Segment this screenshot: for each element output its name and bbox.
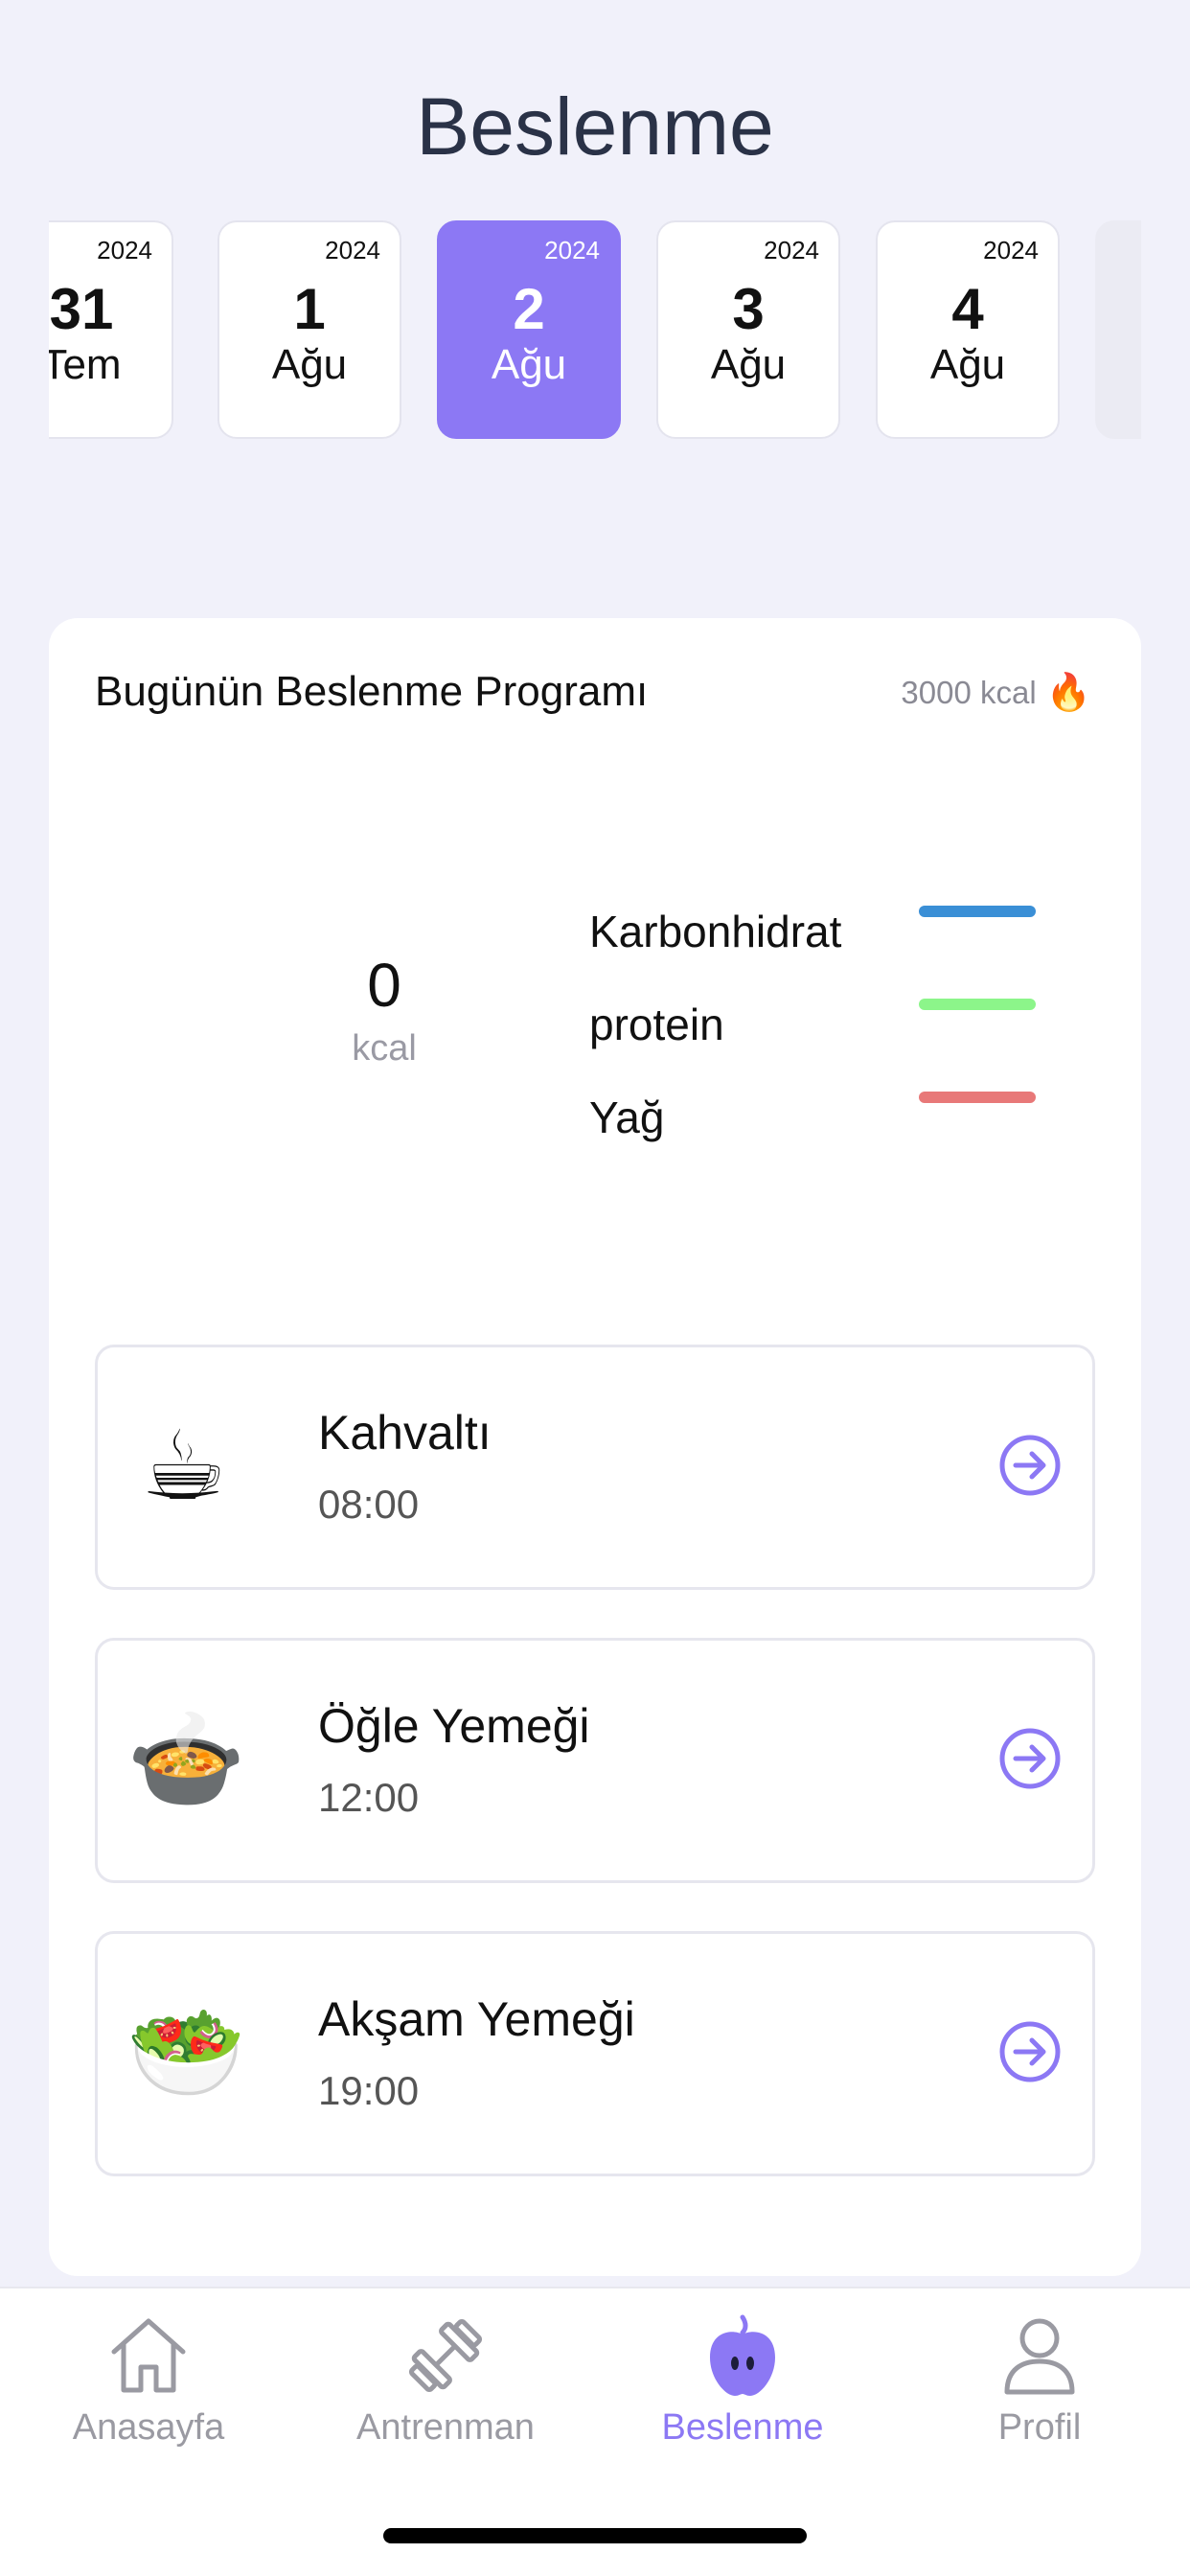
tab-label: Anasayfa — [72, 2407, 225, 2448]
soup-icon: 🍲 — [126, 1706, 246, 1813]
date-card-4[interactable]: 2024 4 Ağu — [876, 220, 1060, 439]
date-strip[interactable]: 2024 31 Tem 2024 1 Ağu 2024 2 Ağu 2024 3… — [49, 218, 1141, 443]
macro-label-fat: Yağ — [589, 1092, 665, 1142]
fire-icon: 🔥 — [1045, 673, 1091, 713]
date-card-0[interactable]: 2024 31 Tem — [49, 220, 173, 439]
arrow-right-circle-icon[interactable] — [998, 1727, 1062, 1790]
macro-label-carbs: Karbonhidrat — [589, 907, 842, 956]
meal-time: 12:00 — [318, 1775, 420, 1820]
consumed-kcal-unit: kcal — [352, 1028, 417, 1069]
date-day: 31 — [49, 277, 114, 341]
date-year: 2024 — [764, 236, 819, 264]
date-month: Ağu — [710, 341, 787, 388]
date-card-2-selected[interactable]: 2024 2 Ağu — [437, 220, 621, 439]
consumed-kcal-value: 0 — [367, 951, 401, 1020]
meal-title: Öğle Yemeği — [318, 1699, 590, 1753]
date-day: 2 — [513, 277, 545, 341]
salad-icon: 🥗 — [126, 1999, 246, 2106]
date-year: 2024 — [544, 236, 600, 264]
date-day: 1 — [293, 277, 326, 341]
date-year: 2024 — [325, 236, 380, 264]
dumbbell-icon — [408, 2318, 483, 2393]
bottom-tab-bar: Anasayfa Antrenman Beslenme Profil — [0, 2287, 1190, 2576]
home-indicator — [383, 2528, 807, 2543]
macro-label-protein: protein — [589, 1000, 724, 1049]
date-day: 3 — [732, 277, 765, 341]
date-card-3[interactable]: 2024 3 Ağu — [656, 220, 840, 439]
macro-bar-protein — [919, 999, 1036, 1010]
tab-label: Profil — [997, 2407, 1082, 2448]
meal-title: Kahvaltı — [318, 1406, 492, 1460]
meal-time: 08:00 — [318, 1482, 420, 1527]
program-title: Bugünün Beslenme Programı — [95, 668, 649, 715]
meal-item-dinner[interactable]: 🥗 Akşam Yemeği 19:00 — [95, 1931, 1095, 2176]
date-day: 4 — [951, 277, 984, 341]
date-month: Tem — [49, 341, 122, 388]
meal-title: Akşam Yemeği — [318, 1992, 635, 2046]
tab-workout[interactable]: Antrenman — [297, 2310, 594, 2449]
macro-bar-carbs — [919, 906, 1036, 917]
nutrition-program-card: Bugünün Beslenme Programı 3000 kcal 🔥 0 … — [49, 618, 1141, 2276]
home-icon — [111, 2318, 186, 2393]
meal-time: 19:00 — [318, 2068, 420, 2113]
date-year: 2024 — [97, 236, 152, 264]
page-title: Beslenme — [416, 81, 774, 172]
tab-home[interactable]: Anasayfa — [0, 2310, 297, 2449]
macro-bar-fat — [919, 1092, 1036, 1103]
tab-nutrition[interactable]: Beslenme — [594, 2310, 891, 2449]
coffee-icon: ☕ — [141, 1413, 227, 1520]
meal-item-breakfast[interactable]: ☕ Kahvaltı 08:00 — [95, 1345, 1095, 1590]
tab-profile[interactable]: Profil — [891, 2310, 1188, 2449]
tab-label: Antrenman — [356, 2407, 535, 2448]
date-month: Ağu — [271, 341, 348, 388]
arrow-right-circle-icon[interactable] — [998, 2020, 1062, 2083]
target-kcal-value: 3000 kcal — [901, 675, 1037, 710]
date-month: Ağu — [929, 341, 1006, 388]
arrow-right-circle-icon[interactable] — [998, 1434, 1062, 1497]
date-card-partial[interactable] — [1095, 220, 1141, 439]
profile-icon — [1004, 2318, 1075, 2395]
tab-label: Beslenme — [661, 2407, 824, 2448]
date-year: 2024 — [983, 236, 1039, 264]
date-card-1[interactable]: 2024 1 Ağu — [217, 220, 401, 439]
target-kcal: 3000 kcal 🔥 — [901, 672, 1091, 714]
meal-item-lunch[interactable]: 🍲 Öğle Yemeği 12:00 — [95, 1638, 1095, 1883]
apple-icon — [710, 2314, 775, 2396]
date-month: Ağu — [491, 341, 567, 388]
